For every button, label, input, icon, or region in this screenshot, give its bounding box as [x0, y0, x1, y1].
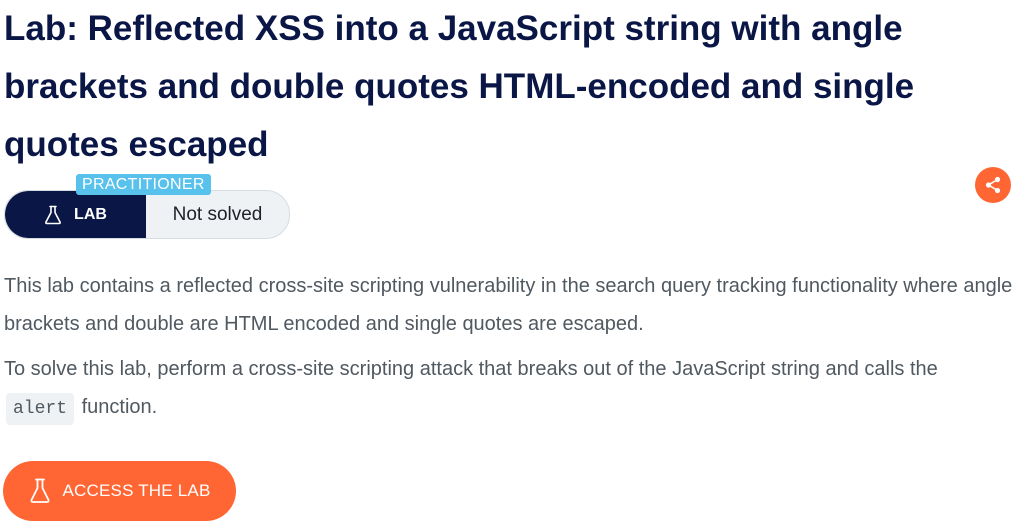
share-icon	[984, 176, 1002, 194]
lab-type-label: LAB	[5, 191, 146, 238]
flask-icon	[44, 205, 62, 225]
lab-description: This lab contains a reflected cross-site…	[4, 275, 1013, 335]
level-badge: PRACTITIONER	[76, 174, 211, 195]
access-lab-button[interactable]: ACCESS THE LAB	[3, 461, 236, 521]
lab-instructions: To solve this lab, perform a cross-site …	[4, 350, 1014, 426]
flask-icon	[29, 478, 51, 504]
lab-page: Lab: Reflected XSS into a JavaScript str…	[0, 0, 1024, 526]
lab-pill: LAB Not solved	[4, 190, 290, 239]
access-lab-label: ACCESS THE LAB	[62, 481, 211, 500]
share-button[interactable]	[975, 167, 1011, 203]
alert-code: alert	[6, 393, 75, 425]
instructions-text: To solve this lab, perform a cross-site …	[4, 358, 938, 380]
page-title: Lab: Reflected XSS into a JavaScript str…	[4, 9, 915, 164]
lab-status-text: Not solved	[172, 203, 263, 225]
lab-type-text: LAB	[74, 205, 107, 223]
lab-status-widget: LAB Not solved	[4, 190, 290, 239]
instructions-text-end: function.	[81, 396, 158, 418]
